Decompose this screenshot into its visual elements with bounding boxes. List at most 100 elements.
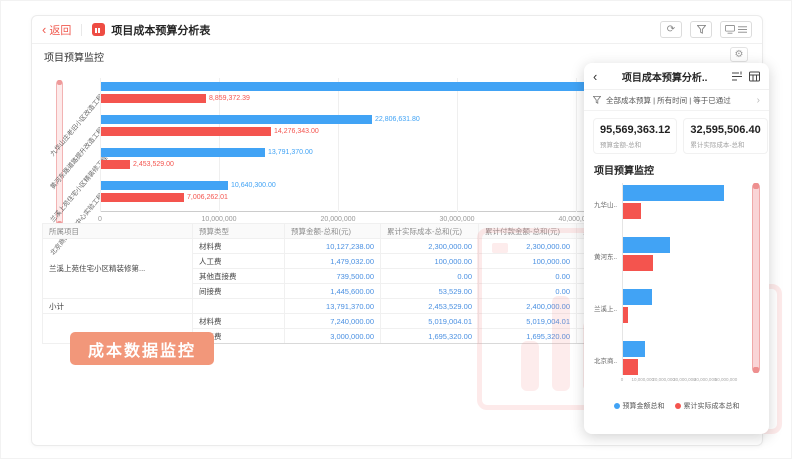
- cell-value: 0.00: [479, 284, 577, 299]
- gridline: [457, 78, 458, 212]
- cell-value: 1,479,032.00: [285, 254, 381, 269]
- gridline: [576, 78, 577, 212]
- x-tick-label: 0: [621, 377, 624, 382]
- bar-budget: [623, 341, 645, 357]
- back-button[interactable]: ‹ 返回: [42, 22, 71, 38]
- cell-value: 5,019,004.01: [479, 314, 577, 329]
- cell-value: 0.00: [479, 269, 577, 284]
- panel-datazoom-slider[interactable]: [752, 183, 760, 373]
- table-header-cell: 预算类型: [193, 224, 285, 239]
- funnel-icon: [697, 25, 706, 34]
- x-tick-label: 50,000,000: [715, 377, 738, 382]
- x-tick-label: 10,000,000: [201, 216, 236, 223]
- chevron-right-icon: ›: [757, 95, 760, 106]
- chart-settings-button[interactable]: ⚙: [730, 47, 748, 62]
- cell-budget-type: 材料费: [193, 314, 285, 329]
- stat-label: 预算金额-总和: [600, 139, 670, 149]
- legend-dot: [614, 403, 620, 409]
- cell-value: 1,695,320.00: [479, 329, 577, 344]
- bar-budget: [101, 148, 265, 157]
- page-title: 项目成本预算分析表: [111, 22, 210, 38]
- bar-actual: [623, 255, 653, 271]
- cell-value: 5,019,004.01: [381, 314, 479, 329]
- category-label: 兰溪上..: [594, 303, 620, 313]
- bar-data-label: 7,006,262.01: [187, 193, 228, 202]
- cell-value: 2,400,000.00: [479, 299, 577, 314]
- cell-value: 2,300,000.00: [479, 239, 577, 254]
- x-tick-label: 30,000,000: [673, 377, 696, 382]
- legend-dot: [675, 403, 681, 409]
- bar-budget: [623, 237, 670, 253]
- x-tick-label: 20,000,000: [320, 216, 355, 223]
- bar-actual: [101, 127, 271, 136]
- panel-chart: 九华山..黄河东..兰溪上..北京商.. 010,000,00020,000,0…: [594, 183, 759, 395]
- cell-value: 3,000,000.00: [285, 329, 381, 344]
- table-header-cell: 预算金额-总和(元): [285, 224, 381, 239]
- category-label: 黄河东..: [594, 251, 620, 261]
- panel-filter-text: 全部成本预算 | 所有时间 | 等于已通过: [606, 95, 731, 106]
- gear-icon: ⚙: [735, 49, 744, 60]
- mobile-preview-panel: ‹ 项目成本预算分析.. 全部成本预算 | 所有时间 | 等于已通过 ›: [584, 63, 769, 434]
- legend-label: 预算金额总和: [623, 401, 665, 411]
- panel-section-title: 项目预算监控: [584, 159, 769, 179]
- panel-header-icons: [732, 71, 760, 82]
- x-tick-label: 20,000,000: [652, 377, 675, 382]
- cell-value: 2,300,000.00: [381, 239, 479, 254]
- bar-actual: [101, 94, 206, 103]
- legend-item[interactable]: 累计实际成本总和: [675, 401, 740, 411]
- main-plot-area: 8,859,372.3922,806,631.8014,276,343.0013…: [100, 78, 660, 212]
- panel-header: ‹ 项目成本预算分析..: [584, 63, 769, 90]
- funnel-icon: [593, 96, 601, 104]
- cell-value: 1,445,600.00: [285, 284, 381, 299]
- refresh-button[interactable]: ⟳: [660, 21, 682, 38]
- back-arrow-icon: ‹: [42, 23, 46, 36]
- table-header-cell: 所属项目: [43, 224, 193, 239]
- list-icon: [738, 25, 747, 34]
- cell-project: 兰溪上苑住宅小区精装修第...: [43, 239, 193, 299]
- chart-section-title: 项目预算监控: [44, 49, 104, 64]
- category-label: 九华山..: [594, 199, 620, 209]
- cell-subtotal: 小计: [43, 299, 193, 314]
- table-header-cell: 累计付款金额-总和(元): [479, 224, 577, 239]
- cell-value: 7,240,000.00: [285, 314, 381, 329]
- table-grid-icon[interactable]: [749, 71, 760, 82]
- report-app-icon: [92, 23, 105, 36]
- cell-budget-type: [193, 299, 285, 314]
- panel-x-axis-ticks: 0 10,000,00020,000,00030,000,00040,000,00…: [622, 377, 752, 385]
- x-tick-label: 10,000,000: [632, 377, 655, 382]
- cell-budget-type: 材料费: [193, 239, 285, 254]
- display-export-button[interactable]: [720, 21, 752, 38]
- gridline: [338, 78, 339, 212]
- bar-actual: [623, 307, 628, 323]
- cell-value: 10,127,238.00: [285, 239, 381, 254]
- bar-budget: [623, 185, 724, 201]
- panel-stats: 95,569,363.12 预算金额-总和 32,595,506.40 累计实际…: [584, 111, 769, 159]
- cell-budget-type: 其他直接费: [193, 269, 285, 284]
- refresh-icon: ⟳: [667, 24, 675, 35]
- legend-label: 累计实际成本总和: [684, 401, 740, 411]
- sort-list-icon[interactable]: [732, 71, 743, 82]
- stat-budget-total: 95,569,363.12 预算金额-总和: [593, 118, 677, 154]
- cost-monitor-badge: 成本数据监控: [70, 332, 214, 365]
- bar-data-label: 8,859,372.39: [209, 94, 250, 103]
- cell-value: 100,000.00: [381, 254, 479, 269]
- x-tick-label: 40,000,000: [694, 377, 717, 382]
- cell-value: 0.00: [381, 269, 479, 284]
- legend-item[interactable]: 预算金额总和: [614, 401, 665, 411]
- stat-value: 32,595,506.40: [690, 124, 760, 136]
- bar-data-label: 2,453,529.00: [133, 160, 174, 169]
- x-axis-line: [100, 211, 605, 212]
- filter-button[interactable]: [690, 21, 712, 38]
- stat-label: 累计实际成本-总和: [690, 139, 760, 149]
- back-label: 返回: [49, 22, 71, 38]
- bar-actual: [623, 359, 638, 375]
- panel-legend: 预算金额总和 累计实际成本总和: [584, 401, 769, 411]
- panel-plot-area: [622, 183, 738, 375]
- bar-budget: [101, 181, 228, 190]
- toolbar: ⟳: [660, 21, 752, 38]
- cell-budget-type: 人工费: [193, 254, 285, 269]
- bar-actual: [101, 160, 130, 169]
- x-tick-label: 30,000,000: [439, 216, 474, 223]
- panel-filter-bar[interactable]: 全部成本预算 | 所有时间 | 等于已通过 ›: [584, 90, 769, 111]
- stat-value: 95,569,363.12: [600, 124, 670, 136]
